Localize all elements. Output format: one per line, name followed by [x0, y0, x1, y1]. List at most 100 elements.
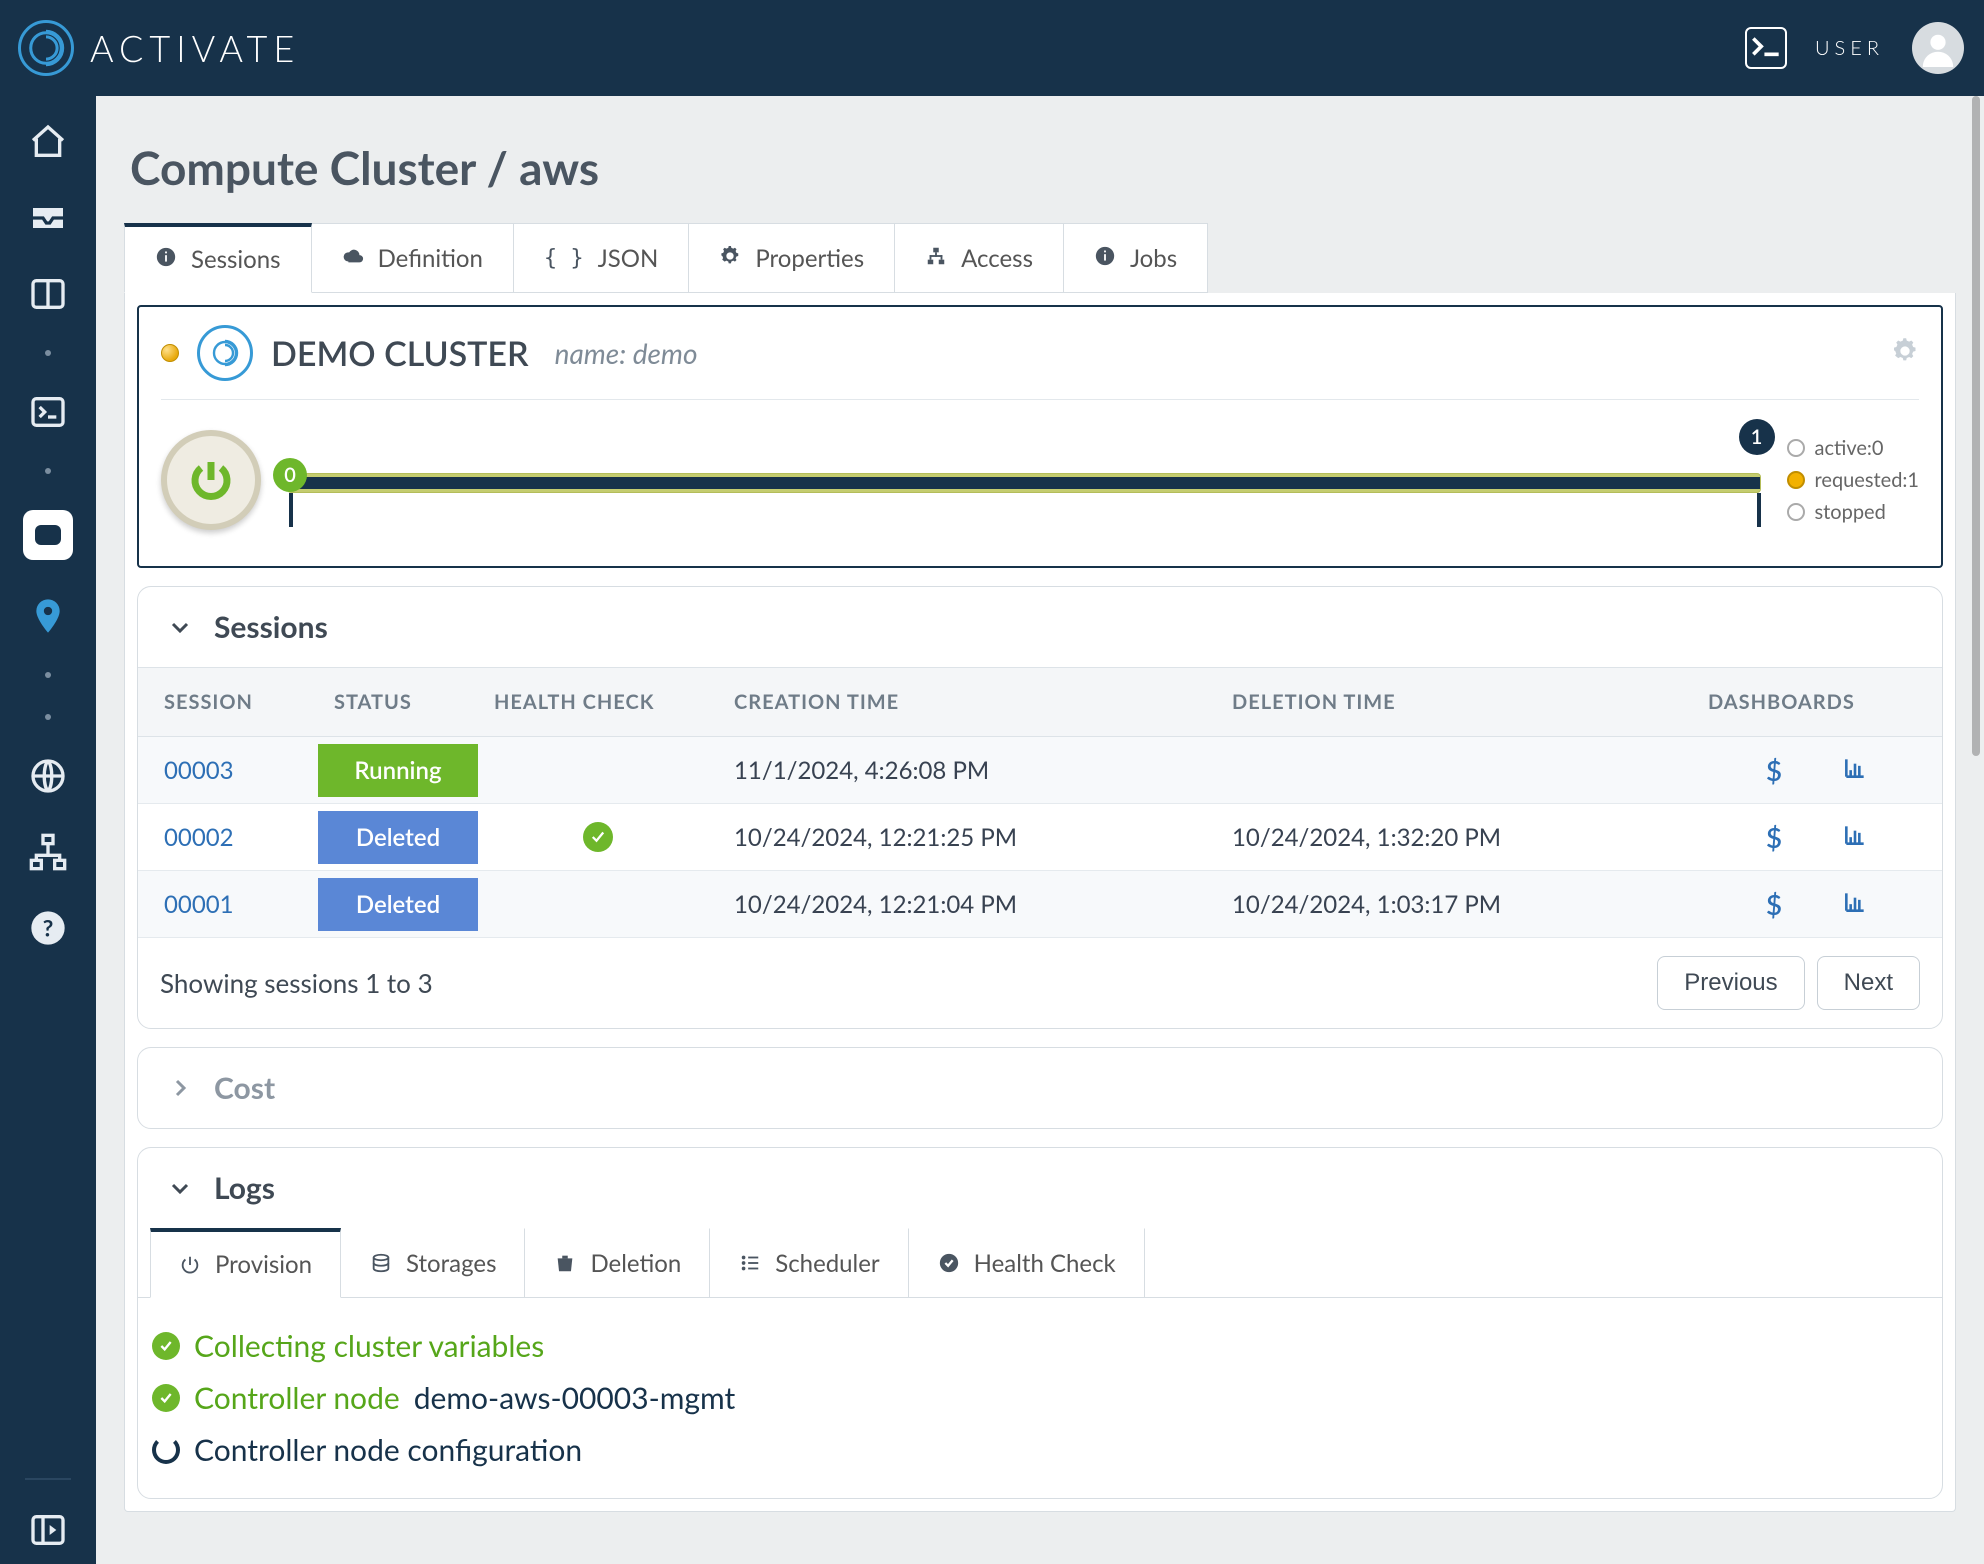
nav-separator-dot	[45, 350, 51, 356]
tab-label: Jobs	[1130, 244, 1177, 273]
metrics-dashboard-icon[interactable]	[1842, 820, 1868, 854]
tab-jobs[interactable]: Jobs	[1064, 223, 1208, 293]
cloud-icon	[342, 244, 364, 273]
nav-location-icon[interactable]	[28, 596, 68, 636]
tab-label: Scheduler	[775, 1249, 879, 1278]
cost-card: Cost	[137, 1047, 1943, 1129]
session-link[interactable]: 00003	[164, 756, 234, 785]
cluster-logo-icon	[197, 325, 253, 381]
session-link[interactable]: 00001	[164, 890, 234, 919]
nav-divider	[25, 1478, 71, 1480]
brand-text: ACTIVATE	[90, 26, 300, 70]
tab-label: Definition	[378, 244, 483, 273]
user-menu[interactable]: USER	[1815, 36, 1884, 60]
chevron-down-icon	[168, 1176, 192, 1200]
log-line: Controller node demo-aws-00003-mgmt	[152, 1372, 1928, 1424]
th-creation[interactable]: CREATION TIME	[718, 668, 1216, 737]
table-summary: Showing sessions 1 to 3	[160, 967, 433, 999]
tab-access[interactable]: Access	[895, 223, 1064, 293]
brand[interactable]: ACTIVATE	[18, 20, 300, 76]
side-nav: ?	[0, 96, 96, 1564]
nav-collapse-icon[interactable]	[28, 1510, 68, 1550]
th-dashboards[interactable]: DASHBOARDS	[1692, 668, 1942, 737]
info-icon	[155, 245, 177, 274]
log-tab-deletion[interactable]: Deletion	[525, 1228, 710, 1297]
cost-dashboard-icon[interactable]: $	[1766, 820, 1782, 854]
cost-dashboard-icon[interactable]: $	[1766, 753, 1782, 787]
tab-label: Deletion	[590, 1249, 681, 1278]
nav-inbox-icon[interactable]	[28, 198, 68, 238]
health-ok-icon	[583, 822, 613, 852]
log-line: Collecting cluster variables	[152, 1320, 1928, 1372]
page-title: Compute Cluster / aws	[130, 140, 1950, 195]
log-tab-storages[interactable]: Storages	[341, 1228, 525, 1297]
check-circle-icon	[152, 1332, 180, 1360]
th-health[interactable]: HEALTH CHECK	[478, 668, 718, 737]
braces-icon: { }	[544, 246, 584, 271]
tab-label: Sessions	[191, 245, 281, 274]
slider-handle[interactable]: 1	[1739, 419, 1775, 455]
tab-properties[interactable]: Properties	[689, 223, 895, 293]
log-tab-health[interactable]: Health Check	[909, 1228, 1145, 1297]
legend-label: stopped	[1815, 500, 1886, 524]
cluster-subtitle: name: demo	[555, 336, 698, 370]
tab-sessions[interactable]: Sessions	[124, 223, 312, 293]
sessions-table: SESSION STATUS HEALTH CHECK CREATION TIM…	[138, 667, 1942, 938]
slider-legend: active:0 requested:1 stopped	[1787, 436, 1919, 524]
deletion-time	[1216, 737, 1692, 804]
gear-icon	[719, 244, 741, 273]
table-row: 00002Deleted10/24/2024, 12:21:25 PM10/24…	[138, 804, 1942, 871]
th-deletion[interactable]: DELETION TIME	[1216, 668, 1692, 737]
tab-label: Provision	[215, 1250, 312, 1279]
chevron-right-icon	[168, 1076, 192, 1100]
status-badge: Deleted	[318, 811, 478, 864]
card-title: Sessions	[214, 609, 328, 645]
session-link[interactable]: 00002	[164, 823, 234, 852]
cluster-settings-button[interactable]	[1891, 337, 1919, 369]
th-status[interactable]: STATUS	[318, 668, 478, 737]
slider-min-value: 0	[273, 458, 307, 492]
nav-separator-dot	[45, 714, 51, 720]
metrics-dashboard-icon[interactable]	[1842, 753, 1868, 787]
nav-network-icon[interactable]	[28, 832, 68, 872]
scrollbar[interactable]	[1972, 96, 1980, 756]
nav-layout-icon[interactable]	[28, 274, 68, 314]
previous-button[interactable]: Previous	[1657, 956, 1804, 1010]
nav-terminal-icon[interactable]	[28, 392, 68, 432]
svg-text:?: ?	[43, 913, 54, 941]
spinner-icon	[152, 1436, 180, 1464]
deletion-time: 10/24/2024, 1:32:20 PM	[1216, 804, 1692, 871]
chevron-down-icon	[168, 615, 192, 639]
log-tab-scheduler[interactable]: Scheduler	[710, 1228, 908, 1297]
legend-label: requested:1	[1815, 468, 1919, 492]
tab-label: Storages	[406, 1249, 496, 1278]
avatar-icon[interactable]	[1912, 22, 1964, 74]
status-badge: Running	[318, 744, 478, 797]
tab-definition[interactable]: Definition	[312, 223, 514, 293]
tab-label: JSON	[598, 244, 659, 273]
tab-json[interactable]: { } JSON	[514, 223, 689, 293]
nav-help-icon[interactable]: ?	[28, 908, 68, 948]
log-tab-provision[interactable]: Provision	[150, 1228, 341, 1298]
cost-toggle[interactable]: Cost	[138, 1048, 1942, 1128]
slider-tick	[289, 493, 293, 527]
nav-globe-icon[interactable]	[28, 756, 68, 796]
status-badge: Deleted	[318, 878, 478, 931]
deletion-time: 10/24/2024, 1:03:17 PM	[1216, 871, 1692, 938]
next-button[interactable]: Next	[1817, 956, 1920, 1010]
terminal-button[interactable]	[1745, 27, 1787, 69]
logs-toggle[interactable]: Logs	[138, 1148, 1942, 1228]
creation-time: 11/1/2024, 4:26:08 PM	[718, 737, 1216, 804]
th-session[interactable]: SESSION	[138, 668, 318, 737]
sessions-card: Sessions SESSION STATUS HEALTH CHECK CRE…	[137, 586, 1943, 1029]
metrics-dashboard-icon[interactable]	[1842, 887, 1868, 921]
nav-home-icon[interactable]	[28, 122, 68, 162]
power-button[interactable]	[161, 430, 261, 530]
logs-tabstrip: Provision Storages Deletion Scheduler	[138, 1228, 1942, 1298]
sessions-toggle[interactable]: Sessions	[138, 587, 1942, 667]
cost-dashboard-icon[interactable]: $	[1766, 887, 1782, 921]
node-slider[interactable]: 0 1	[287, 467, 1761, 493]
log-message: Controller node	[194, 1380, 400, 1416]
legend-requested-icon	[1787, 471, 1805, 489]
nav-cluster-icon[interactable]	[23, 510, 73, 560]
